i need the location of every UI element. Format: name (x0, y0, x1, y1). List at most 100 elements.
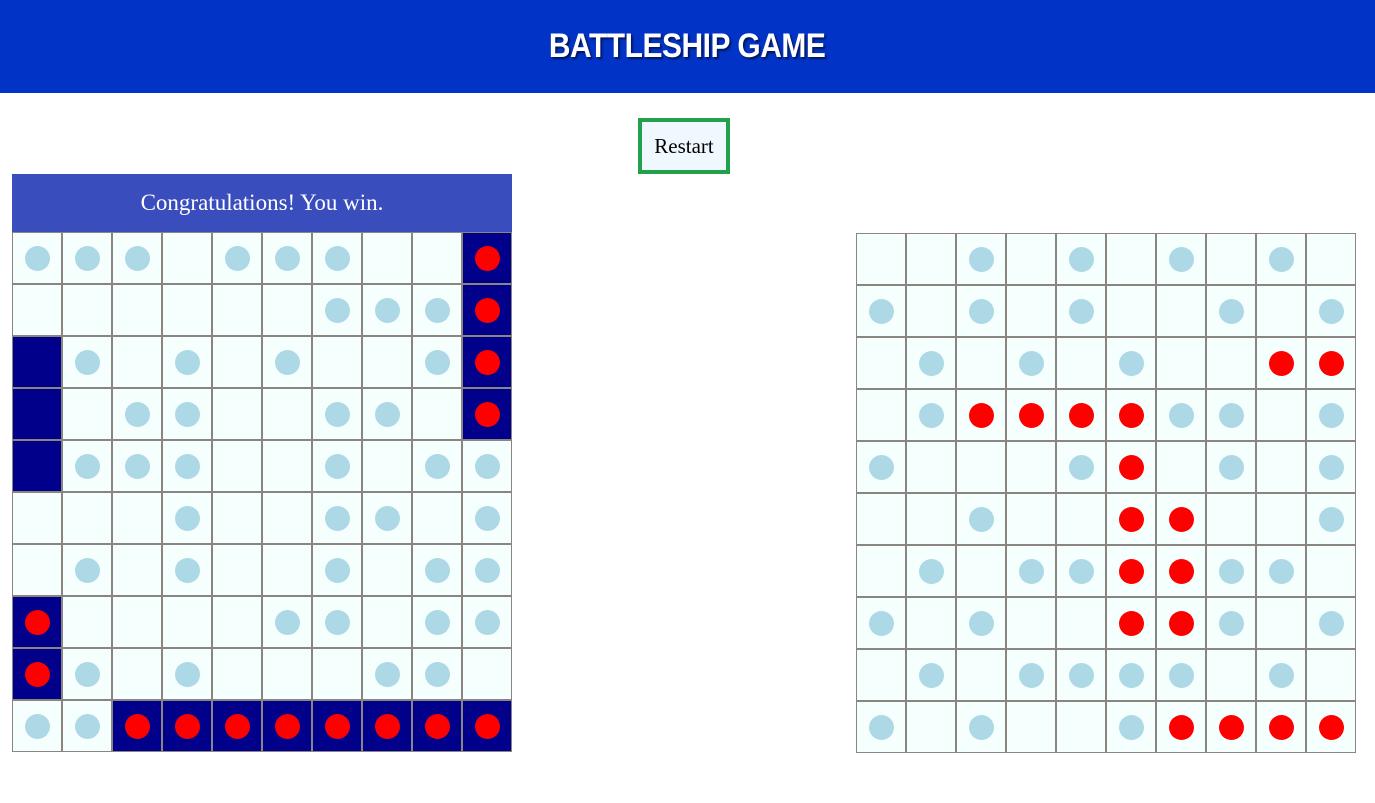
enemy-cell[interactable] (1106, 233, 1156, 285)
enemy-cell[interactable] (856, 233, 906, 285)
enemy-cell[interactable] (1306, 597, 1356, 649)
enemy-cell[interactable] (1156, 649, 1206, 701)
enemy-cell[interactable] (1006, 233, 1056, 285)
enemy-cell[interactable] (1156, 597, 1206, 649)
enemy-cell[interactable] (1256, 337, 1306, 389)
enemy-cell[interactable] (1156, 441, 1206, 493)
enemy-cell[interactable] (1106, 493, 1156, 545)
enemy-cell[interactable] (1106, 649, 1156, 701)
enemy-cell[interactable] (1206, 441, 1256, 493)
enemy-cell[interactable] (1206, 337, 1256, 389)
enemy-cell[interactable] (956, 701, 1006, 753)
enemy-cell[interactable] (1256, 441, 1306, 493)
enemy-cell[interactable] (856, 285, 906, 337)
enemy-cell[interactable] (906, 389, 956, 441)
enemy-cell[interactable] (1156, 545, 1206, 597)
enemy-cell[interactable] (1206, 233, 1256, 285)
enemy-cell[interactable] (1056, 233, 1106, 285)
enemy-cell[interactable] (1006, 649, 1056, 701)
enemy-cell[interactable] (1206, 389, 1256, 441)
enemy-cell[interactable] (1256, 545, 1306, 597)
enemy-cell[interactable] (856, 337, 906, 389)
enemy-cell[interactable] (1056, 649, 1106, 701)
enemy-cell[interactable] (1206, 545, 1256, 597)
enemy-cell[interactable] (1306, 285, 1356, 337)
enemy-cell[interactable] (956, 545, 1006, 597)
enemy-cell[interactable] (1156, 493, 1206, 545)
enemy-cell[interactable] (1006, 701, 1056, 753)
enemy-cell[interactable] (906, 701, 956, 753)
enemy-cell[interactable] (956, 493, 1006, 545)
enemy-cell[interactable] (906, 233, 956, 285)
enemy-cell[interactable] (1006, 285, 1056, 337)
enemy-cell[interactable] (856, 493, 906, 545)
enemy-cell[interactable] (906, 441, 956, 493)
enemy-cell[interactable] (906, 493, 956, 545)
enemy-cell[interactable] (856, 389, 906, 441)
enemy-cell[interactable] (1056, 389, 1106, 441)
enemy-cell[interactable] (956, 389, 1006, 441)
enemy-cell[interactable] (1006, 545, 1056, 597)
enemy-cell[interactable] (956, 441, 1006, 493)
enemy-cell[interactable] (1006, 493, 1056, 545)
enemy-cell[interactable] (1006, 389, 1056, 441)
enemy-cell[interactable] (1306, 441, 1356, 493)
enemy-cell[interactable] (1206, 285, 1256, 337)
enemy-cell[interactable] (906, 649, 956, 701)
enemy-cell[interactable] (1256, 649, 1306, 701)
enemy-cell[interactable] (856, 441, 906, 493)
enemy-cell[interactable] (1206, 597, 1256, 649)
enemy-cell[interactable] (956, 233, 1006, 285)
enemy-cell[interactable] (1306, 493, 1356, 545)
enemy-cell[interactable] (906, 337, 956, 389)
enemy-cell[interactable] (1256, 389, 1306, 441)
enemy-cell[interactable] (1056, 597, 1106, 649)
enemy-cell[interactable] (1306, 233, 1356, 285)
enemy-cell[interactable] (1056, 545, 1106, 597)
enemy-cell[interactable] (1206, 701, 1256, 753)
enemy-cell[interactable] (856, 597, 906, 649)
enemy-cell[interactable] (1156, 285, 1206, 337)
enemy-cell[interactable] (1106, 545, 1156, 597)
enemy-cell[interactable] (1006, 597, 1056, 649)
enemy-cell[interactable] (1306, 389, 1356, 441)
enemy-cell[interactable] (1056, 493, 1106, 545)
enemy-cell[interactable] (856, 701, 906, 753)
enemy-cell[interactable] (1256, 233, 1306, 285)
enemy-cell[interactable] (1256, 493, 1306, 545)
enemy-cell[interactable] (1106, 441, 1156, 493)
enemy-cell[interactable] (1006, 441, 1056, 493)
enemy-cell[interactable] (1056, 441, 1106, 493)
enemy-cell[interactable] (1056, 337, 1106, 389)
enemy-cell[interactable] (1106, 597, 1156, 649)
enemy-cell[interactable] (906, 285, 956, 337)
enemy-cell[interactable] (906, 545, 956, 597)
enemy-cell[interactable] (1306, 545, 1356, 597)
enemy-cell[interactable] (1256, 285, 1306, 337)
enemy-cell[interactable] (1106, 285, 1156, 337)
enemy-cell[interactable] (1156, 701, 1206, 753)
enemy-cell[interactable] (1306, 649, 1356, 701)
enemy-cell[interactable] (956, 285, 1006, 337)
enemy-cell[interactable] (1006, 337, 1056, 389)
enemy-cell[interactable] (1206, 649, 1256, 701)
enemy-cell[interactable] (1106, 337, 1156, 389)
enemy-cell[interactable] (1306, 337, 1356, 389)
enemy-cell[interactable] (906, 597, 956, 649)
enemy-cell[interactable] (956, 597, 1006, 649)
enemy-cell[interactable] (1156, 233, 1206, 285)
enemy-cell[interactable] (856, 545, 906, 597)
enemy-cell[interactable] (856, 649, 906, 701)
enemy-cell[interactable] (1206, 493, 1256, 545)
enemy-cell[interactable] (1106, 389, 1156, 441)
enemy-cell[interactable] (956, 337, 1006, 389)
enemy-cell[interactable] (1156, 389, 1206, 441)
enemy-cell[interactable] (1156, 337, 1206, 389)
restart-button[interactable]: Restart (638, 118, 730, 174)
enemy-cell[interactable] (1106, 701, 1156, 753)
enemy-cell[interactable] (956, 649, 1006, 701)
enemy-cell[interactable] (1256, 701, 1306, 753)
enemy-cell[interactable] (1056, 701, 1106, 753)
enemy-cell[interactable] (1306, 701, 1356, 753)
enemy-cell[interactable] (1256, 597, 1306, 649)
